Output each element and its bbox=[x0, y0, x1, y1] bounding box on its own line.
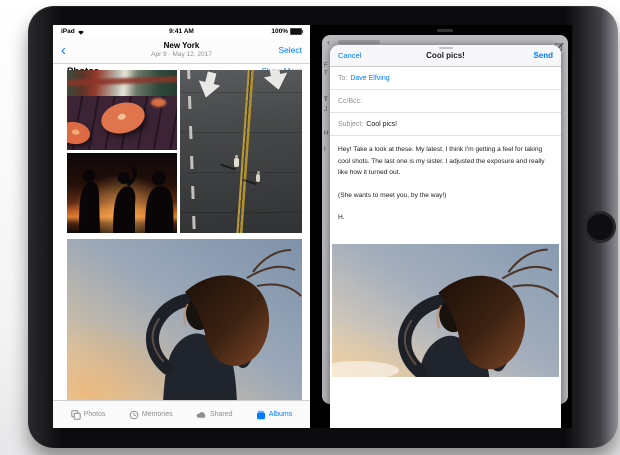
recipient-token[interactable]: Dave Elfving bbox=[350, 75, 389, 82]
photos-app-pane: iPad 9:41 AM 100% ‹ New York bbox=[53, 25, 310, 428]
memories-tab-icon bbox=[129, 410, 139, 420]
body-signature: H. bbox=[338, 212, 553, 224]
compose-title: Cool pics! bbox=[330, 51, 561, 60]
tab-albums[interactable]: Albums bbox=[256, 410, 292, 420]
photos-navbar: ‹ New York Apr 9 - May 12, 2017 Select bbox=[53, 38, 310, 64]
body-paragraph: Hey! Take a look at these. My latest. I … bbox=[338, 144, 553, 179]
attached-photo-woman-at-dusk[interactable] bbox=[332, 244, 559, 377]
photo-thumb-grapefruit[interactable] bbox=[67, 70, 177, 150]
cc-bcc-field[interactable]: Cc/Bcc: bbox=[330, 90, 561, 113]
home-button[interactable] bbox=[584, 211, 616, 243]
sheet-grabber-handle[interactable] bbox=[439, 47, 453, 49]
cc-bcc-label: Cc/Bcc: bbox=[338, 98, 362, 105]
mail-compose-sheet: Cool pics! Cancel Send To: Dave Elfving … bbox=[330, 45, 561, 428]
album-date-range: Apr 9 - May 12, 2017 bbox=[53, 51, 310, 58]
woman-at-dusk-illustration bbox=[67, 239, 302, 402]
tab-label: Albums bbox=[269, 411, 292, 418]
woman-at-dusk-illustration bbox=[332, 244, 559, 377]
obscured-mail-text: F bbox=[324, 63, 328, 69]
battery-icon bbox=[290, 28, 302, 35]
cancel-button[interactable]: Cancel bbox=[338, 51, 361, 60]
select-button[interactable]: Select bbox=[278, 45, 302, 55]
tab-label: Shared bbox=[210, 411, 233, 418]
photo-thumb-aerial-road[interactable] bbox=[180, 70, 302, 233]
tab-photos[interactable]: Photos bbox=[71, 410, 106, 420]
tab-memories[interactable]: Memories bbox=[129, 410, 173, 420]
photo-thumb-sunset-silhouettes[interactable] bbox=[67, 153, 177, 233]
tab-label: Photos bbox=[84, 411, 106, 418]
send-button[interactable]: Send bbox=[533, 51, 553, 60]
clock-label: 9:41 AM bbox=[53, 28, 310, 35]
subject-label: Subject: bbox=[338, 121, 363, 128]
to-label: To: bbox=[338, 75, 347, 82]
subject-field[interactable]: Subject: Cool pics! bbox=[330, 113, 561, 136]
subject-value: Cool pics! bbox=[366, 121, 397, 128]
pedestrian-figure bbox=[234, 158, 239, 167]
obscured-mail-text: T bbox=[324, 71, 328, 77]
blurred-toolbar-content bbox=[338, 40, 380, 44]
obscured-mail-text: H bbox=[324, 131, 328, 137]
status-bar: iPad 9:41 AM 100% bbox=[53, 25, 310, 38]
window-drag-handle[interactable] bbox=[437, 29, 453, 32]
mail-app-pane: ‹ F T T J H I bbox=[322, 25, 572, 428]
message-body[interactable]: Hey! Take a look at these. My latest. I … bbox=[330, 136, 561, 232]
albums-tab-icon bbox=[256, 410, 266, 420]
tab-label: Memories bbox=[142, 411, 173, 418]
album-title: New York bbox=[53, 41, 310, 50]
photos-tab-bar: Photos Memories Shared bbox=[53, 400, 310, 428]
shared-tab-icon bbox=[196, 410, 207, 419]
ipad-device-frame: iPad 9:41 AM 100% ‹ New York bbox=[28, 6, 618, 448]
photos-tab-icon bbox=[71, 410, 81, 420]
pedestrian-figure bbox=[256, 174, 260, 182]
obscured-mail-text: J bbox=[324, 107, 327, 113]
screenshot-stage: iPad 9:41 AM 100% ‹ New York bbox=[0, 0, 620, 455]
obscured-mail-text: I bbox=[324, 147, 326, 153]
tab-shared[interactable]: Shared bbox=[196, 410, 233, 419]
navbar-titles: New York Apr 9 - May 12, 2017 bbox=[53, 41, 310, 58]
obscured-mail-text: T bbox=[324, 97, 328, 103]
front-camera bbox=[38, 222, 43, 227]
ipad-screen: iPad 9:41 AM 100% ‹ New York bbox=[53, 25, 572, 428]
compose-header: Cool pics! Cancel Send bbox=[330, 45, 561, 67]
body-paragraph: (She wants to meet you, by the way!) bbox=[338, 190, 553, 202]
grapefruit-half-far bbox=[151, 98, 166, 107]
to-field[interactable]: To: Dave Elfving bbox=[330, 67, 561, 90]
photo-thumb-woman-at-dusk[interactable] bbox=[67, 239, 302, 402]
sunset-silhouettes-illustration bbox=[67, 153, 177, 233]
